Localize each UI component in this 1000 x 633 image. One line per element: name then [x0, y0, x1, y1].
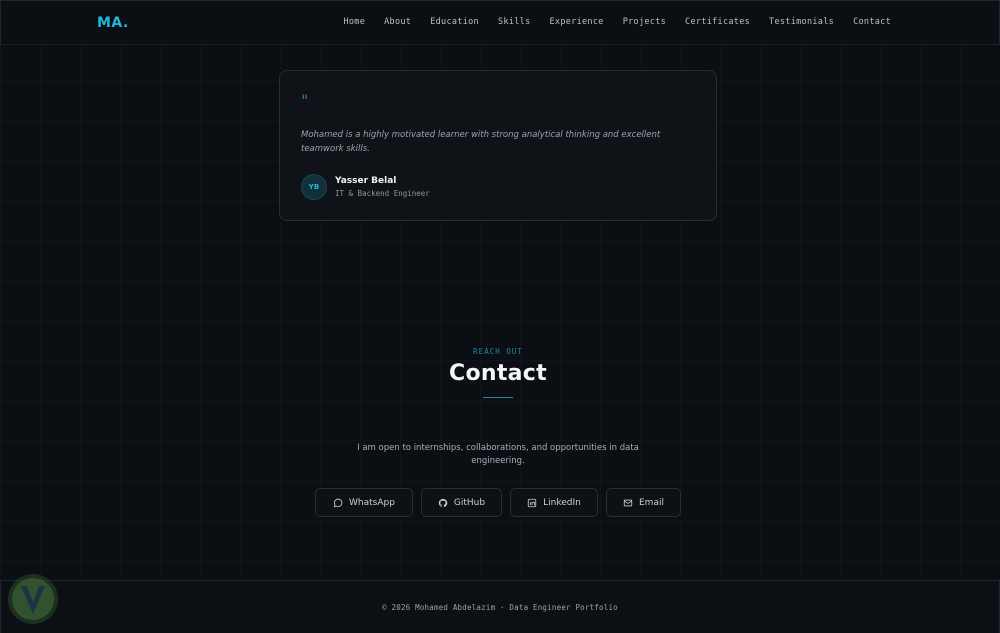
- title-underline: [483, 397, 513, 398]
- nav-link-about[interactable]: About: [384, 17, 411, 27]
- testimonial-card: " Mohamed is a highly motivated learner …: [279, 70, 717, 221]
- nav-link-experience[interactable]: Experience: [550, 17, 604, 27]
- nav-link-testimonials[interactable]: Testimonials: [769, 17, 834, 27]
- section-title: Contact: [449, 361, 547, 386]
- main-menu: Home About Education Skills Experience P…: [343, 17, 891, 27]
- whatsapp-button[interactable]: WhatsApp: [315, 488, 413, 517]
- watermark-logo: [8, 574, 58, 624]
- contact-buttons: WhatsApp GitHub LinkedIn Email: [315, 488, 681, 517]
- contact-intro: I am open to internships, collaborations…: [357, 443, 639, 466]
- footer-copyright: © 2026 Mohamed Abdelazim · Data Engineer…: [382, 603, 618, 612]
- avatar: YB: [301, 174, 327, 200]
- whatsapp-label: WhatsApp: [349, 497, 395, 508]
- nav-link-projects[interactable]: Projects: [623, 17, 666, 27]
- github-icon: [438, 498, 448, 507]
- quote-icon: ": [301, 91, 309, 110]
- linkedin-button[interactable]: LinkedIn: [510, 488, 598, 517]
- github-label: GitHub: [453, 497, 486, 508]
- nav-link-contact[interactable]: Contact: [853, 17, 891, 27]
- linkedin-label: LinkedIn: [543, 497, 581, 508]
- testimonial-author-role: IT & Backend Engineer: [335, 189, 430, 198]
- top-navbar: MA. Home About Education Skills Experien…: [0, 0, 1000, 45]
- nav-link-education[interactable]: Education: [430, 17, 479, 27]
- email-label: Email: [639, 497, 664, 508]
- nav-link-skills[interactable]: Skills: [498, 17, 531, 27]
- nav-link-home[interactable]: Home: [343, 17, 365, 27]
- site-footer: © 2026 Mohamed Abdelazim · Data Engineer…: [0, 580, 1000, 633]
- section-eyebrow: REACH OUT: [473, 347, 523, 356]
- mail-icon: [623, 499, 633, 506]
- site-logo[interactable]: MA.: [97, 15, 129, 31]
- testimonial-author-name: Yasser Belal: [335, 176, 397, 186]
- github-button[interactable]: GitHub: [421, 488, 502, 517]
- email-button[interactable]: Email: [606, 488, 681, 517]
- whatsapp-icon: [333, 498, 343, 507]
- testimonial-quote: Mohamed is a highly motivated learner wi…: [301, 130, 661, 154]
- linkedin-icon: [527, 498, 537, 507]
- nav-link-certificates[interactable]: Certificates: [685, 17, 750, 27]
